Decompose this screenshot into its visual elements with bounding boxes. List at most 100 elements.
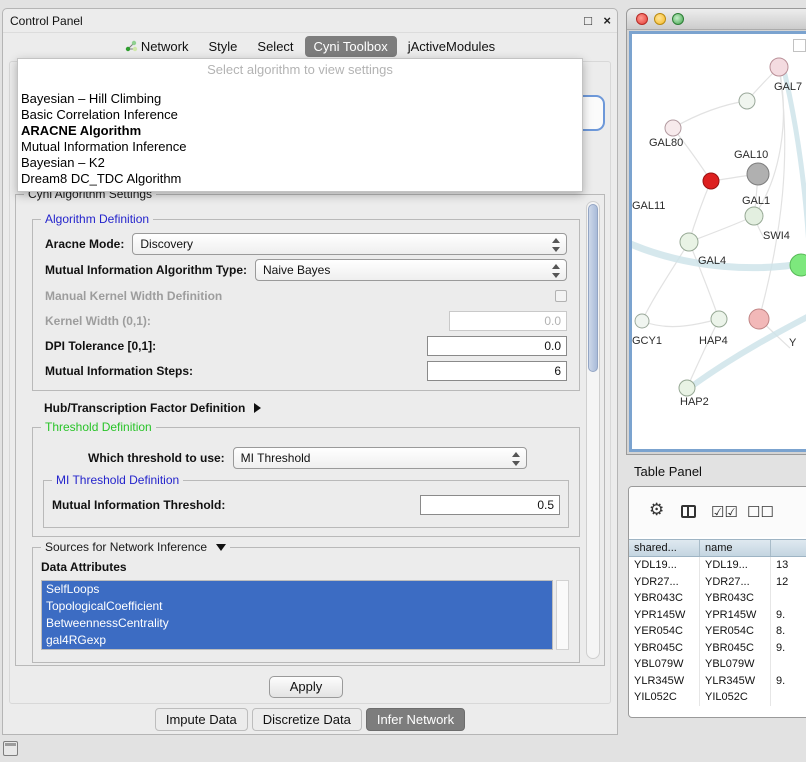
table-row[interactable]: YDR27...YDR27...12 xyxy=(629,574,806,591)
zoom-traffic-light[interactable] xyxy=(672,13,684,25)
which-threshold-select[interactable]: MI Threshold xyxy=(233,447,527,469)
network-node[interactable] xyxy=(665,120,681,136)
close-traffic-light[interactable] xyxy=(636,13,648,25)
table-cell: YDR27... xyxy=(629,574,700,591)
select-all-icon[interactable]: ☑☑ xyxy=(711,503,738,521)
table-cell: YBL079W xyxy=(629,656,700,673)
data-attributes-list[interactable]: SelfLoopsTopologicalCoefficientBetweenne… xyxy=(41,580,553,650)
float-window-icon[interactable]: □ xyxy=(584,13,592,28)
table-cell: YBR045C xyxy=(700,640,771,657)
network-window-titlebar[interactable] xyxy=(627,9,806,30)
deselect-all-icon[interactable]: ☐☐ xyxy=(747,503,774,521)
hub-tf-definition-expander[interactable]: Hub/Transcription Factor Definition xyxy=(44,401,261,415)
table-row[interactable]: YPR145WYPR145W9. xyxy=(629,607,806,624)
attribute-item[interactable]: SelfLoops xyxy=(42,581,552,598)
network-node[interactable] xyxy=(711,311,727,327)
node-label: HAP4 xyxy=(699,335,728,347)
network-node[interactable] xyxy=(635,314,649,328)
network-node[interactable] xyxy=(790,254,806,276)
algorithm-option[interactable]: ARACNE Algorithm xyxy=(18,123,582,139)
mi-threshold-input[interactable] xyxy=(420,495,560,515)
attribute-item[interactable]: gal4RGexp xyxy=(42,632,552,649)
control-panel-titlebar[interactable]: Control Panel □ × xyxy=(3,9,617,33)
manual-kernel-checkbox[interactable] xyxy=(555,290,567,302)
column-header[interactable] xyxy=(771,540,806,556)
attribute-item[interactable]: TopologicalCoefficient xyxy=(42,598,552,615)
network-node[interactable] xyxy=(770,58,788,76)
close-icon[interactable]: × xyxy=(603,13,611,28)
node-label: GCY1 xyxy=(632,335,662,347)
attributes-list-scrollbar[interactable] xyxy=(556,580,569,650)
network-edges xyxy=(632,34,806,452)
dpi-tolerance-input[interactable] xyxy=(427,336,567,356)
dpi-tolerance-label: DPI Tolerance [0,1]: xyxy=(45,339,156,353)
which-threshold-label: Which threshold to use: xyxy=(88,451,225,465)
network-node[interactable] xyxy=(749,309,769,329)
manual-kernel-row: Manual Kernel Width Definition xyxy=(45,286,567,306)
control-panel-title: Control Panel xyxy=(10,14,83,28)
table-row[interactable]: YDL19...YDL19...13 xyxy=(629,557,806,574)
tab-impute-data[interactable]: Impute Data xyxy=(155,708,248,731)
kernel-width-input[interactable] xyxy=(449,311,567,331)
kernel-width-row: Kernel Width (0,1): xyxy=(45,309,567,333)
algorithm-option[interactable]: Dream8 DC_TDC Algorithm xyxy=(18,171,582,187)
network-node[interactable] xyxy=(739,93,755,109)
table-row[interactable]: YBR043CYBR043C xyxy=(629,590,806,607)
algorithm-option[interactable]: Mutual Information Inference xyxy=(18,139,582,155)
tab-network[interactable]: Network xyxy=(116,36,198,57)
table-toolbar: ⚙ ☑☑ ☐☐ xyxy=(629,487,806,537)
aracne-mode-select[interactable]: Discovery xyxy=(132,233,567,255)
table-cell: YER054C xyxy=(629,623,700,640)
tab-jactivemodules[interactable]: jActiveModules xyxy=(399,36,504,57)
settings-scrollbar[interactable] xyxy=(586,201,600,659)
tab-select[interactable]: Select xyxy=(248,36,302,57)
apply-button[interactable]: Apply xyxy=(269,676,343,698)
control-panel-window: Control Panel □ × NetworkStyleSelectCyni… xyxy=(2,8,618,735)
settings-scrollbar-thumb[interactable] xyxy=(588,204,598,372)
tab-infer-network[interactable]: Infer Network xyxy=(366,708,465,731)
gear-icon[interactable]: ⚙ xyxy=(649,500,664,520)
table-row[interactable]: YLR345WYLR345W9. xyxy=(629,673,806,690)
table-row[interactable]: YBR045CYBR045C9. xyxy=(629,640,806,657)
network-node[interactable] xyxy=(747,163,769,185)
network-node[interactable] xyxy=(745,207,763,225)
expand-right-icon xyxy=(254,403,261,413)
algorithm-definition-group: Algorithm Definition Aracne Mode: Discov… xyxy=(32,219,580,391)
attribute-item[interactable]: BetweennessCentrality xyxy=(42,615,552,632)
column-header[interactable]: name xyxy=(700,540,771,556)
table-cell: YLR345W xyxy=(700,673,771,690)
mi-algorithm-type-select[interactable]: Naive Bayes xyxy=(255,259,567,281)
which-threshold-value: MI Threshold xyxy=(234,451,311,465)
cyni-algorithm-settings-group: Cyni Algorithm Settings Algorithm Defini… xyxy=(15,194,605,666)
sources-group-title[interactable]: Sources for Network Inference xyxy=(41,540,230,554)
tab-discretize-data[interactable]: Discretize Data xyxy=(252,708,362,731)
network-node[interactable] xyxy=(679,380,695,396)
restore-panel-icon[interactable] xyxy=(3,741,18,756)
network-node[interactable] xyxy=(703,173,719,189)
algorithm-option[interactable]: Bayesian – K2 xyxy=(18,155,582,171)
algorithm-option[interactable]: Basic Correlation Inference xyxy=(18,107,582,123)
network-canvas[interactable]: GAL7GAL80GAL10GAL1GAL11SWI4GAL4GCY1HAP4Y… xyxy=(632,34,806,449)
minimize-traffic-light[interactable] xyxy=(654,13,666,25)
aracne-mode-label: Aracne Mode: xyxy=(45,237,124,251)
algorithm-option[interactable]: Bayesian – Hill Climbing xyxy=(18,91,582,107)
dropdown-arrows-icon xyxy=(551,237,562,253)
tab-style[interactable]: Style xyxy=(200,36,247,57)
tab-cyni-toolbox[interactable]: Cyni Toolbox xyxy=(305,36,397,57)
table-cell: YBR043C xyxy=(700,590,771,607)
column-header[interactable]: shared... xyxy=(629,540,700,556)
aracne-mode-row: Aracne Mode: Discovery xyxy=(45,232,567,256)
mi-steps-input[interactable] xyxy=(427,361,567,381)
canvas-scrollbar-corner[interactable] xyxy=(793,39,806,52)
table-cell: YIL052C xyxy=(629,689,700,706)
mi-threshold-row: Mutual Information Threshold: xyxy=(52,493,560,517)
network-node[interactable] xyxy=(680,233,698,251)
table-row[interactable]: YER054CYER054C8. xyxy=(629,623,806,640)
node-label: GAL4 xyxy=(698,255,726,267)
columns-icon[interactable] xyxy=(681,505,696,518)
table-row[interactable]: YIL052CYIL052C xyxy=(629,689,806,706)
table-cell: YLR345W xyxy=(629,673,700,690)
table-row[interactable]: YBL079WYBL079W xyxy=(629,656,806,673)
threshold-definition-group: Threshold Definition Which threshold to … xyxy=(32,427,580,537)
mi-threshold-definition-title: MI Threshold Definition xyxy=(52,473,183,487)
